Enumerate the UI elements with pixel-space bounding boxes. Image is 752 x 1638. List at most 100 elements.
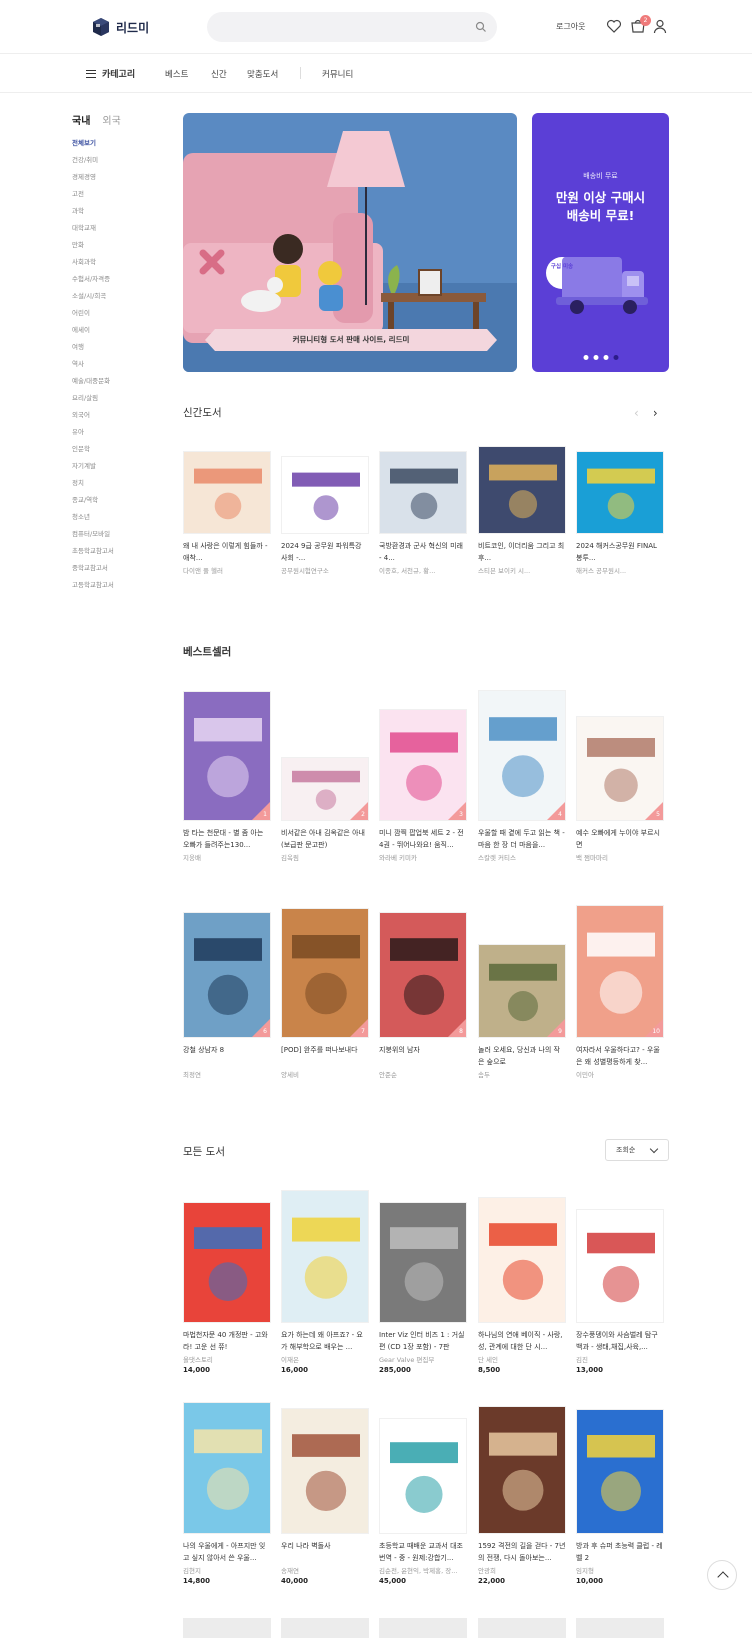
book-title[interactable]: 여자라서 우울하다고? - 우울은 왜 성별평등하게 찾... (576, 1044, 664, 1068)
book-title[interactable]: 하나님의 연애 베이직 - 사랑, 성, 관계에 대한 단 시... (478, 1329, 566, 1353)
sidebar-item[interactable]: 예술/대중문화 (72, 373, 172, 390)
book-title[interactable]: 마법천자문 40 개정판 - 고와라! 고운 선 쮸! (183, 1329, 271, 1353)
sidebar-item[interactable]: 과학 (72, 203, 172, 220)
book-cover[interactable] (281, 456, 369, 534)
chevron-left-icon[interactable]: ‹ (634, 406, 639, 420)
book-card[interactable]: 3 미니 깜찍 팝업북 세트 2 - 전4권 - 뛰어나와요! 움직... 와라베 … (379, 709, 467, 862)
book-title[interactable]: 장수풍뎅이와 사슴벌레 탐구백과 - 생태,채집,사육,... (576, 1329, 664, 1353)
sidebar-item[interactable]: 사회과학 (72, 254, 172, 271)
sidebar-item[interactable]: 외국어 (72, 407, 172, 424)
scroll-top-button[interactable] (707, 1560, 737, 1590)
book-cover[interactable]: 9 (478, 944, 566, 1038)
sidebar-item[interactable]: 건강/취미 (72, 152, 172, 169)
book-card[interactable]: 초등학교 때배운 교과서 대조번역 - 중 - 원제:강합기... 김순전, 윤현… (379, 1418, 467, 1585)
book-card[interactable]: 1 밤 타는 천문대 - 별 좀 아는 오빠가 들려주는130... 지웅배 (183, 691, 271, 862)
book-title[interactable]: 비서같은 아내 김옥같은 아내 (보급판 문고판) (281, 827, 369, 851)
book-title[interactable]: 지붕위의 남자 (379, 1044, 467, 1068)
book-card[interactable]: 국방환경과 군사 혁신의 미래 - 4... 이종호, 서천규, 황... (379, 451, 467, 575)
carousel-dot[interactable] (593, 355, 598, 360)
carousel-dots[interactable] (583, 355, 618, 360)
book-card[interactable]: 5 예수 오빠에게 누이야 부르시면 백 쩜마마리 (576, 716, 664, 862)
book-title[interactable]: 우리 나라 벽돌사 (281, 1540, 369, 1564)
sidebar-item[interactable]: 대학교재 (72, 220, 172, 237)
book-cover[interactable] (183, 1402, 271, 1534)
book-card[interactable]: 2 비서같은 아내 김옥같은 아내 (보급판 문고판) 김옥림 (281, 757, 369, 862)
sidebar-item[interactable]: 소설/시/희곡 (72, 288, 172, 305)
book-title[interactable]: 우울할 때 곁에 두고 읽는 책 - 마음 한 장 더 마음을... (478, 827, 566, 851)
book-cover[interactable]: 4 (478, 690, 566, 821)
sidebar-item[interactable]: 수험서/자격증 (72, 271, 172, 288)
sidebar-item[interactable]: 고등학교참고서 (72, 577, 172, 594)
book-cover[interactable]: 2 (281, 757, 369, 821)
book-card[interactable]: 8 지붕위의 남자 안준순 (379, 912, 467, 1079)
book-card[interactable]: 6 강철 상남자 8 최정연 (183, 912, 271, 1079)
sidebar-item[interactable]: 에세이 (72, 322, 172, 339)
carousel-dot[interactable] (603, 355, 608, 360)
book-cover[interactable] (379, 1202, 467, 1323)
book-cover[interactable]: 10 (576, 905, 664, 1038)
carousel-dot[interactable] (583, 355, 588, 360)
book-cover[interactable]: 1 (183, 691, 271, 821)
book-title[interactable]: 2024 9급 공무원 파워특강 사회 -... (281, 540, 369, 564)
nav-link-recommend[interactable]: 맞춤도서 (247, 68, 278, 80)
nav-link-new[interactable]: 신간 (211, 68, 227, 80)
book-card[interactable]: 왜 내 사랑은 이렇게 힘들까 - 애착... 다이앤 풀 헬러 (183, 451, 271, 575)
book-cover[interactable] (281, 1408, 369, 1534)
sidebar-item[interactable]: 인문학 (72, 441, 172, 458)
book-cover[interactable] (478, 1197, 566, 1323)
category-button[interactable]: 카테고리 (86, 67, 135, 80)
logout-link[interactable]: 로그아웃 (556, 21, 585, 32)
hero-banner[interactable]: 커뮤니티형 도서 판매 사이트, 리드미 (183, 113, 517, 372)
chevron-right-icon[interactable]: › (653, 406, 658, 420)
carousel-dot[interactable] (613, 355, 618, 360)
free-shipping-banner[interactable]: 배송비 무료 만원 이상 구매시 배송비 무료! 구십 미송 (532, 113, 669, 372)
book-card[interactable]: 2024 해커스공무원 FINAL 봉투... 해커스 공무원시... (576, 451, 664, 575)
book-cover[interactable]: 3 (379, 709, 467, 821)
book-card[interactable]: 9 놀러 오세요, 당신과 나의 작은 숲으로 솜두 (478, 944, 566, 1079)
book-cover[interactable] (576, 1409, 664, 1534)
book-card[interactable]: 요가 하는데 왜 아프죠? - 요가 해부학으로 배우는 ... 이재은 16,00… (281, 1190, 369, 1374)
book-card[interactable]: 2024 9급 공무원 파워특강 사회 -... 공무원시험연구소 (281, 456, 369, 575)
book-title[interactable]: [POD] 완주를 떠나보내다 (281, 1044, 369, 1068)
book-card[interactable]: 장수풍뎅이와 사슴벌레 탐구백과 - 생태,채집,사육,... 김진 13,000 (576, 1209, 664, 1374)
book-cover[interactable] (183, 1202, 271, 1323)
sidebar-item[interactable]: 청소년 (72, 509, 172, 526)
book-cover[interactable]: 7 (281, 908, 369, 1038)
user-icon[interactable] (652, 18, 668, 34)
search-input[interactable] (207, 12, 497, 42)
book-card[interactable]: 4 우울할 때 곁에 두고 읽는 책 - 마음 한 장 더 마음을... 스칼렛 커… (478, 690, 566, 862)
sidebar-item[interactable]: 요리/살림 (72, 390, 172, 407)
book-card[interactable]: 나의 우울에게 - 아프지만 잊고 싶지 않아서 쓴 우울... 김현지 14,80… (183, 1402, 271, 1585)
book-card[interactable]: 우리 나라 벽돌사 송재연 40,000 (281, 1408, 369, 1585)
book-card[interactable]: 하나님의 연애 베이직 - 사랑, 성, 관계에 대한 단 시... 단 세인 8,… (478, 1197, 566, 1374)
book-title[interactable]: 1592 격전의 길을 걷다 - 7년의 전쟁, 다시 돌아보는... (478, 1540, 566, 1564)
logo[interactable]: 리드미 (92, 17, 149, 37)
sidebar-item[interactable]: 만화 (72, 237, 172, 254)
book-title[interactable]: 방과 후 슈퍼 초능력 클럽 - 레벨 2 (576, 1540, 664, 1564)
sidebar-item[interactable]: 정치 (72, 475, 172, 492)
sidebar-item[interactable]: 초등학교참고서 (72, 543, 172, 560)
heart-icon[interactable] (606, 18, 622, 34)
sidebar-item[interactable]: 중학교참고서 (72, 560, 172, 577)
tab-domestic[interactable]: 국내 (72, 112, 90, 127)
book-title[interactable]: 강철 상남자 8 (183, 1044, 271, 1068)
book-card[interactable]: 7 [POD] 완주를 떠나보내다 양세비 (281, 908, 369, 1079)
book-title[interactable]: 예수 오빠에게 누이야 부르시면 (576, 827, 664, 851)
sidebar-item[interactable]: 여행 (72, 339, 172, 356)
book-title[interactable]: 밤 타는 천문대 - 별 좀 아는 오빠가 들려주는130... (183, 827, 271, 851)
book-card[interactable]: 1592 격전의 길을 걷다 - 7년의 전쟁, 다시 돌아보는... 안광희 22… (478, 1406, 566, 1585)
sidebar-item[interactable]: 유아 (72, 424, 172, 441)
book-title[interactable]: 국방환경과 군사 혁신의 미래 - 4... (379, 540, 467, 564)
sort-select[interactable]: 조회순 (605, 1139, 669, 1161)
book-cover[interactable] (478, 1406, 566, 1534)
book-cover[interactable] (478, 446, 566, 534)
book-cover[interactable] (379, 451, 467, 534)
book-title[interactable]: 초등학교 때배운 교과서 대조번역 - 중 - 원제:강합기... (379, 1540, 467, 1564)
nav-link-community[interactable]: 커뮤니티 (322, 68, 353, 80)
book-cover[interactable] (281, 1190, 369, 1323)
book-card[interactable]: 10 여자라서 우울하다고? - 우울은 왜 성별평등하게 찾... 이민아 (576, 905, 664, 1079)
book-cover[interactable] (576, 1209, 664, 1323)
book-title[interactable]: 놀러 오세요, 당신과 나의 작은 숲으로 (478, 1044, 566, 1068)
book-title[interactable]: 나의 우울에게 - 아프지만 잊고 싶지 않아서 쓴 우울... (183, 1540, 271, 1564)
book-cover[interactable] (183, 451, 271, 534)
